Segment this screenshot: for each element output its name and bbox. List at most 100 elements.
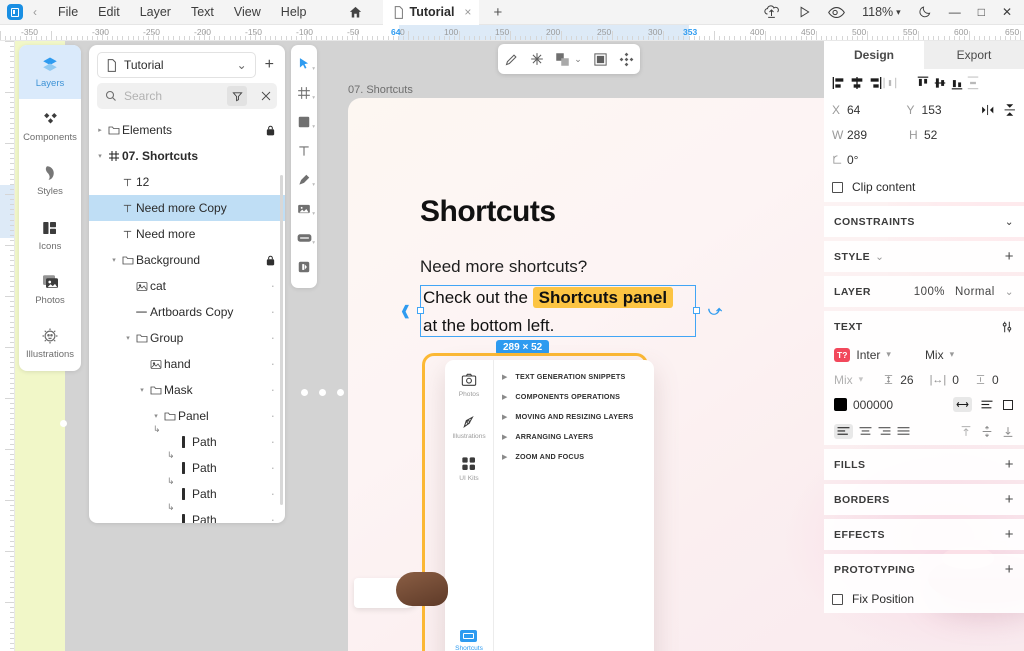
menu-help[interactable]: Help bbox=[272, 2, 316, 22]
tab-design[interactable]: Design bbox=[824, 41, 924, 69]
align-center-h-icon[interactable] bbox=[849, 76, 865, 90]
tool-text[interactable] bbox=[291, 136, 317, 165]
layer-row[interactable]: Need more bbox=[89, 221, 285, 247]
fixed-size-icon[interactable] bbox=[1002, 399, 1014, 411]
tab-export[interactable]: Export bbox=[924, 41, 1024, 69]
menu-layer[interactable]: Layer bbox=[131, 2, 180, 22]
letter-spacing-value[interactable]: 0 bbox=[952, 373, 959, 387]
horizontal-ruler[interactable]: -350 -300 -250 -200 -150 -100 -50 0 64 1… bbox=[0, 25, 1024, 41]
twisty-icon[interactable]: ▾ bbox=[109, 256, 119, 264]
resize-handle-right[interactable] bbox=[693, 307, 700, 314]
layer-row[interactable]: Path·↳ bbox=[89, 455, 285, 486]
chevron-down-icon[interactable]: ▾ bbox=[886, 349, 891, 360]
play-icon[interactable] bbox=[797, 5, 811, 19]
valign-top-icon[interactable] bbox=[960, 425, 972, 438]
app-logo-icon[interactable] bbox=[7, 4, 23, 20]
align-right-icon[interactable] bbox=[866, 76, 882, 90]
twisty-icon[interactable]: ▾ bbox=[137, 386, 147, 394]
sliders-icon[interactable] bbox=[1000, 320, 1014, 334]
layer-section[interactable]: LAYER 100% Normal ⌄ bbox=[824, 276, 1024, 307]
menu-edit[interactable]: Edit bbox=[89, 2, 129, 22]
menu-view[interactable]: View bbox=[225, 2, 270, 22]
flip-vertical-icon[interactable] bbox=[1004, 103, 1016, 117]
layer-row[interactable]: ▾ Group · bbox=[89, 325, 285, 351]
tab-tutorial[interactable]: Tutorial × bbox=[382, 0, 480, 25]
layer-row[interactable]: Path·↳ bbox=[89, 507, 285, 523]
rail-item-illustrations[interactable]: Illustrations bbox=[19, 316, 81, 370]
minimize-button[interactable]: — bbox=[949, 5, 961, 19]
close-icon[interactable]: × bbox=[464, 5, 471, 19]
style-header[interactable]: STYLE ⌄ + bbox=[824, 241, 1024, 272]
chevron-down-icon[interactable]: ⌄ bbox=[1005, 286, 1014, 298]
flip-horizontal-icon[interactable] bbox=[981, 104, 994, 116]
zoom-level-selector[interactable]: 118% ▾ bbox=[862, 5, 901, 19]
tool-rectangle[interactable]: ▾ bbox=[291, 107, 317, 136]
row-clip-content[interactable]: Clip content bbox=[824, 172, 1024, 202]
tool-component[interactable] bbox=[291, 252, 317, 281]
text-align-justify-icon[interactable] bbox=[897, 426, 910, 437]
constraints-section[interactable]: CONSTRAINTS ⌄ bbox=[824, 206, 1024, 237]
collapse-icon[interactable] bbox=[260, 90, 272, 102]
lock-icon[interactable] bbox=[266, 125, 275, 136]
tool-button[interactable]: ▾ bbox=[291, 223, 317, 252]
layer-row[interactable]: Artboards Copy · bbox=[89, 299, 285, 325]
text-align-right-icon[interactable] bbox=[878, 426, 891, 437]
fills-section[interactable]: FILLS + bbox=[824, 449, 1024, 480]
tool-image[interactable]: ▾ bbox=[291, 194, 317, 223]
rotation-value[interactable]: 0° bbox=[847, 153, 909, 167]
add-page-button[interactable]: + bbox=[262, 56, 277, 74]
auto-width-icon[interactable] bbox=[953, 397, 972, 412]
layers-scrollbar[interactable] bbox=[280, 175, 283, 505]
text-color-swatch[interactable] bbox=[834, 398, 847, 411]
menu-file[interactable]: File bbox=[49, 2, 87, 22]
layer-row[interactable]: ▾ Mask · bbox=[89, 377, 285, 403]
x-value[interactable]: 64 bbox=[847, 103, 907, 117]
vertical-ruler[interactable]: 0 50 100 153 205 300 350 400 450 500 550 bbox=[0, 41, 15, 651]
style-section[interactable]: STYLE ⌄ + bbox=[824, 241, 1024, 272]
distribute-icon[interactable] bbox=[619, 52, 634, 67]
chevron-down-icon[interactable]: ▾ bbox=[950, 349, 955, 360]
filter-icon[interactable] bbox=[227, 86, 247, 106]
h-value[interactable]: 52 bbox=[924, 128, 986, 142]
sparkle-icon[interactable] bbox=[530, 52, 544, 66]
add-prototype-button[interactable]: + bbox=[1005, 561, 1014, 578]
tool-cursor[interactable]: ▾ bbox=[291, 49, 317, 78]
layer-row[interactable]: ▸ Elements bbox=[89, 117, 285, 143]
paragraph-spacing-value[interactable]: 0 bbox=[992, 373, 999, 387]
font-size-value[interactable]: Mix bbox=[834, 373, 853, 387]
text-align-left-icon[interactable] bbox=[834, 423, 853, 439]
layers-search-bar[interactable]: Search bbox=[97, 83, 277, 109]
fix-position-checkbox[interactable] bbox=[832, 593, 843, 605]
canvas-handle-dots[interactable] bbox=[301, 389, 344, 396]
layer-row[interactable]: hand · bbox=[89, 351, 285, 377]
layer-blend-mode[interactable]: Normal bbox=[955, 286, 995, 298]
w-value[interactable]: 289 bbox=[847, 128, 909, 142]
add-border-button[interactable]: + bbox=[1005, 491, 1014, 508]
rail-item-styles[interactable]: Styles bbox=[19, 154, 81, 208]
document-selector[interactable]: Tutorial ⌄ bbox=[97, 52, 256, 78]
layer-row[interactable]: ▾ Panel · ↳ bbox=[89, 403, 285, 434]
chevron-down-icon[interactable]: ▾ bbox=[859, 374, 864, 385]
valign-middle-icon[interactable] bbox=[981, 425, 993, 438]
align-middle-v-icon[interactable] bbox=[932, 76, 948, 90]
twisty-icon[interactable]: ▾ bbox=[95, 152, 105, 160]
align-top-icon[interactable] bbox=[915, 76, 931, 90]
tool-pen[interactable]: ▾ bbox=[291, 165, 317, 194]
add-effect-button[interactable]: + bbox=[1005, 526, 1014, 543]
edit-pencil-icon[interactable] bbox=[504, 52, 519, 67]
resize-handle-left[interactable] bbox=[417, 307, 424, 314]
layer-row[interactable]: Path·↳ bbox=[89, 429, 285, 460]
prototyping-section[interactable]: PROTOTYPING + Fix Position bbox=[824, 554, 1024, 613]
menu-text[interactable]: Text bbox=[182, 2, 223, 22]
layer-row[interactable]: Path·↳ bbox=[89, 481, 285, 512]
canvas-handle-dots-left[interactable] bbox=[60, 420, 67, 427]
layer-row[interactable]: ▾ 07. Shortcuts bbox=[89, 143, 285, 169]
layer-row[interactable]: ▾ Background bbox=[89, 247, 285, 273]
twisty-icon[interactable]: ▸ bbox=[95, 126, 105, 134]
borders-section[interactable]: BORDERS + bbox=[824, 484, 1024, 515]
lock-icon[interactable] bbox=[266, 255, 275, 266]
artboard-name-label[interactable]: 07. Shortcuts bbox=[348, 84, 413, 96]
add-fill-button[interactable]: + bbox=[1005, 456, 1014, 473]
close-window-button[interactable]: ✕ bbox=[1002, 5, 1012, 19]
rail-item-icons[interactable]: Icons bbox=[19, 208, 81, 262]
